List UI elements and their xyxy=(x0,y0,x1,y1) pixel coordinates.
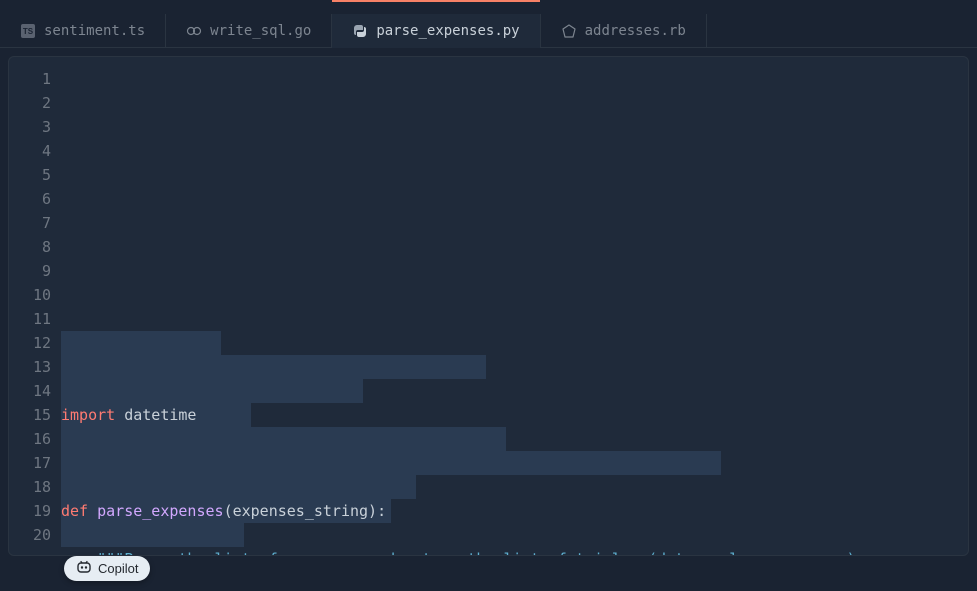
tab-write-sql[interactable]: write_sql.go xyxy=(166,14,332,48)
tab-sentiment[interactable]: TS sentiment.ts xyxy=(0,14,166,48)
py-icon xyxy=(352,23,368,39)
rb-icon xyxy=(561,23,577,39)
line-number-gutter: 12345 678910 1112131415 1617181920 xyxy=(9,67,61,556)
tab-parse-expenses[interactable]: parse_expenses.py xyxy=(332,14,540,48)
ts-icon: TS xyxy=(20,23,36,39)
selection-highlight xyxy=(61,331,221,355)
tab-bar: TS sentiment.ts write_sql.go parse_expen… xyxy=(0,0,977,48)
tab-label: write_sql.go xyxy=(210,23,311,39)
selection-highlight xyxy=(61,355,486,379)
code-area[interactable]: import datetime def parse_expenses(expen… xyxy=(61,67,968,556)
tab-label: addresses.rb xyxy=(585,23,686,39)
code-content: import datetime def parse_expenses(expen… xyxy=(61,379,968,556)
copilot-icon xyxy=(76,560,92,577)
tab-label: parse_expenses.py xyxy=(376,23,519,39)
copilot-badge[interactable]: Copilot xyxy=(64,556,150,581)
svg-text:TS: TS xyxy=(23,27,34,36)
go-icon xyxy=(186,23,202,39)
code-editor[interactable]: 12345 678910 1112131415 1617181920 impor… xyxy=(8,56,969,556)
copilot-label: Copilot xyxy=(98,561,138,576)
tab-label: sentiment.ts xyxy=(44,23,145,39)
tab-addresses[interactable]: addresses.rb xyxy=(541,14,707,48)
